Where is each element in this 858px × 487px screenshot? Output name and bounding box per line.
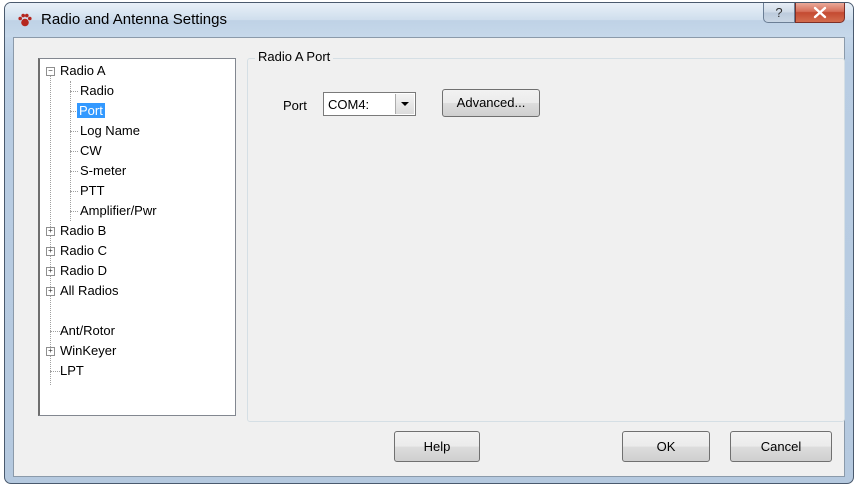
tree-item-label: Amplifier/Pwr: [80, 203, 157, 218]
tree-item-label: LPT: [60, 363, 84, 378]
dialog-window: Radio and Antenna Settings ? − Radio A R…: [4, 2, 854, 484]
settings-tree[interactable]: − Radio A Radio Port Log Name CW S-meter…: [38, 58, 236, 416]
expand-icon[interactable]: +: [46, 347, 55, 356]
port-label: Port: [283, 98, 307, 113]
tree-item-label: WinKeyer: [60, 343, 117, 358]
tree-connector: [70, 191, 78, 192]
tree-item-log-name[interactable]: Log Name: [80, 121, 140, 141]
expand-icon[interactable]: +: [46, 227, 55, 236]
advanced-button[interactable]: Advanced...: [442, 89, 540, 117]
expand-icon[interactable]: +: [46, 267, 55, 276]
help-button[interactable]: Help: [394, 431, 480, 462]
tree-item-label: All Radios: [60, 283, 119, 298]
tree-item-port[interactable]: Port: [77, 101, 105, 121]
titlebar-help-button[interactable]: ?: [763, 3, 795, 23]
tree-connector: [70, 171, 78, 172]
tree-item-label: PTT: [80, 183, 105, 198]
tree-item-ptt[interactable]: PTT: [80, 181, 105, 201]
tree-item-label: Ant/Rotor: [60, 323, 115, 338]
tree-item-label-selected: Port: [77, 103, 105, 118]
tree-item-label: Radio: [80, 83, 114, 98]
expand-icon[interactable]: +: [46, 247, 55, 256]
tree-item-radio[interactable]: Radio: [80, 81, 114, 101]
tree-item-s-meter[interactable]: S-meter: [80, 161, 126, 181]
cancel-button[interactable]: Cancel: [730, 431, 832, 462]
dialog-client-area: − Radio A Radio Port Log Name CW S-meter…: [13, 37, 845, 477]
tree-item-cw[interactable]: CW: [80, 141, 102, 161]
tree-item-label: Radio A: [60, 63, 106, 78]
port-select[interactable]: COM4:: [323, 92, 416, 116]
tree-connector: [70, 151, 78, 152]
port-select-value: COM4:: [328, 97, 370, 112]
close-button[interactable]: [795, 3, 845, 23]
tree-item-label: Radio D: [60, 263, 107, 278]
close-icon: [813, 6, 827, 19]
chevron-down-icon: [401, 102, 409, 106]
tree-item-amplifier-pwr[interactable]: Amplifier/Pwr: [80, 201, 157, 221]
expand-icon[interactable]: +: [46, 287, 55, 296]
tree-item-label: Log Name: [80, 123, 140, 138]
tree-item-label: Radio B: [60, 223, 107, 238]
tree-connector: [70, 91, 78, 92]
tree-item-label: CW: [80, 143, 102, 158]
tree-connector: [70, 211, 78, 212]
tree-item-label: S-meter: [80, 163, 127, 178]
port-select-dropdown-button[interactable]: [395, 94, 414, 114]
collapse-icon[interactable]: −: [46, 67, 55, 76]
paw-icon: [18, 13, 32, 27]
window-title: Radio and Antenna Settings: [41, 11, 227, 28]
tree-item-label: Radio C: [60, 243, 107, 258]
group-title: Radio A Port: [255, 49, 334, 64]
help-icon: ?: [775, 5, 783, 20]
tree-connector: [70, 131, 78, 132]
ok-button[interactable]: OK: [622, 431, 710, 462]
title-bar[interactable]: Radio and Antenna Settings ?: [5, 3, 853, 37]
